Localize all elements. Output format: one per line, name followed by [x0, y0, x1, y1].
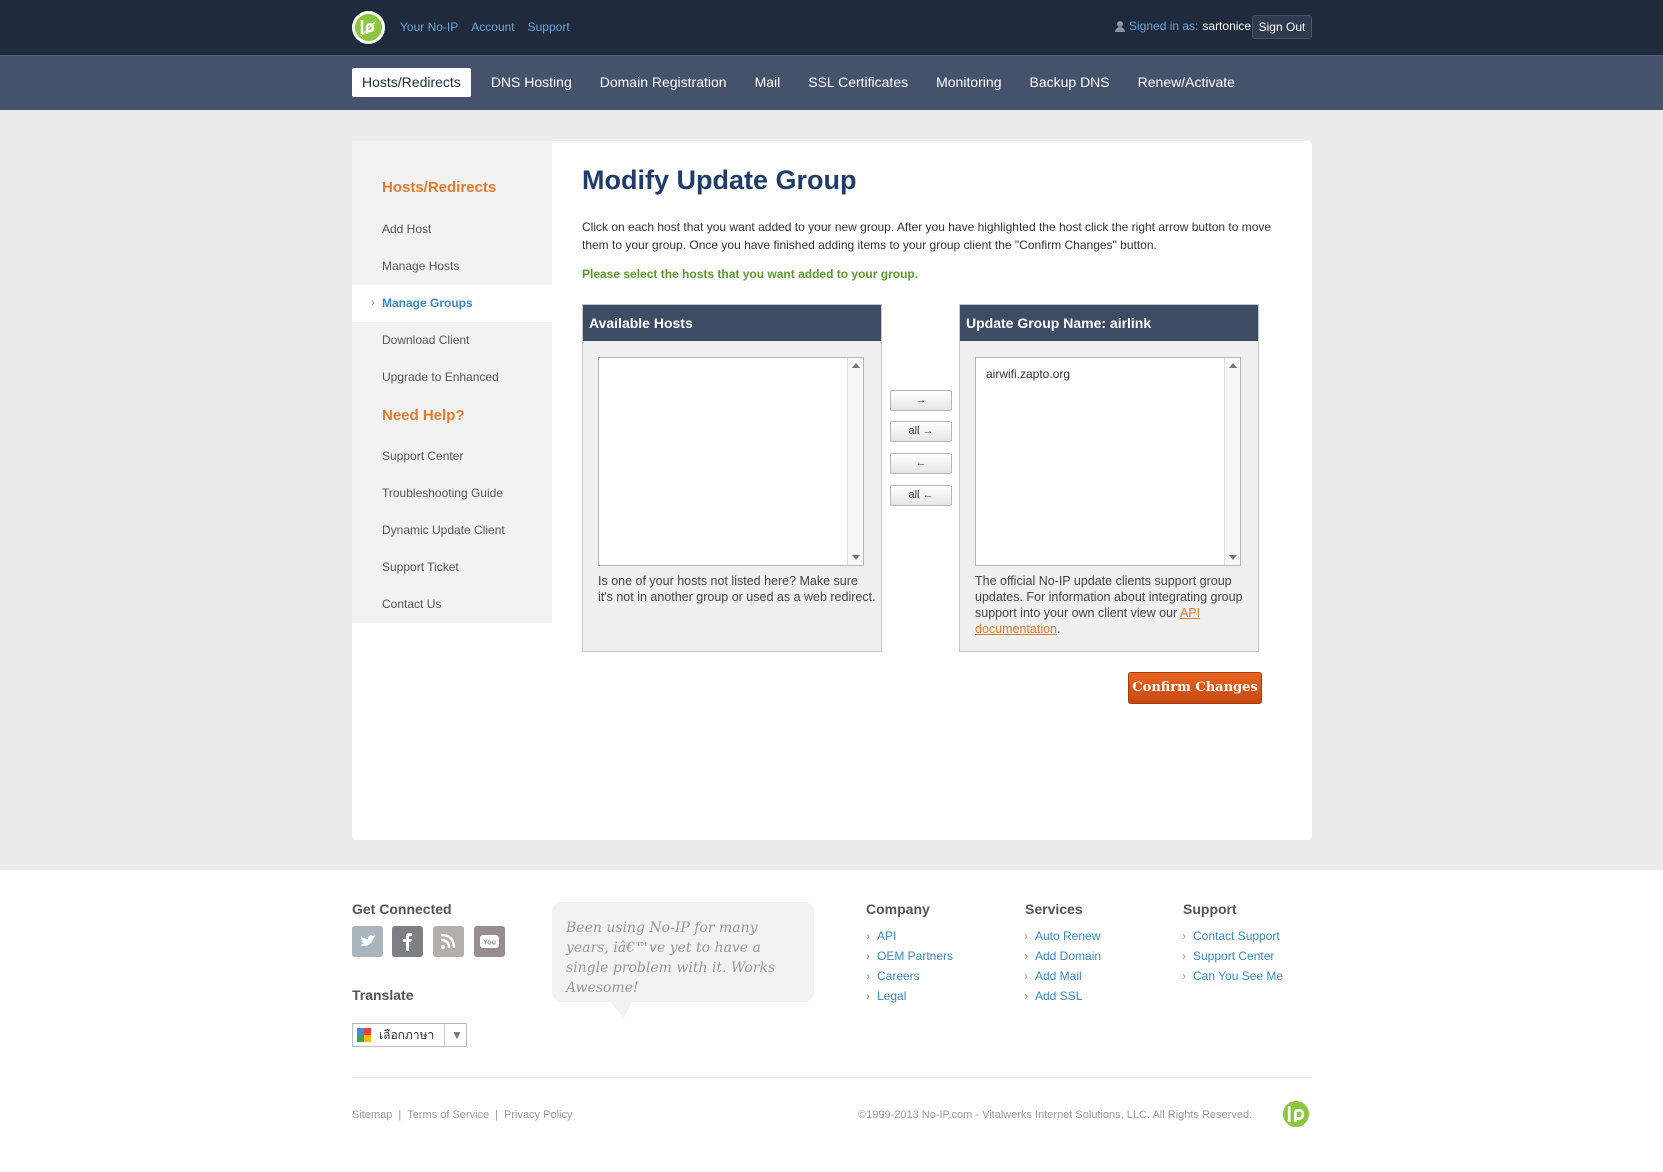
support-links: Contact Support Support Center Can You S… [1182, 926, 1283, 986]
scrollbar[interactable] [1224, 358, 1240, 565]
sidebar-item-dynamic-update-client[interactable]: Dynamic Update Client [382, 523, 505, 537]
scroll-up-icon[interactable] [1229, 363, 1237, 368]
sitemap-link[interactable]: Sitemap [352, 1109, 392, 1121]
footer-link-oem-partners[interactable]: OEM Partners [866, 946, 953, 966]
group-note-text: The official No-IP update clients suppor… [975, 574, 1243, 620]
nav-monitoring[interactable]: Monitoring [922, 68, 1015, 97]
nav-renew-activate[interactable]: Renew/Activate [1124, 68, 1249, 97]
twitter-icon[interactable] [352, 926, 383, 957]
notice-text: Please select the hosts that you want ad… [582, 267, 919, 281]
language-select-label: เลือกภาษา [379, 1028, 435, 1042]
footer-link-careers[interactable]: Careers [866, 966, 953, 986]
sidebar-item-download-client[interactable]: Download Client [382, 333, 469, 347]
move-left-button[interactable]: ← [890, 453, 952, 474]
terms-link[interactable]: Terms of Service [407, 1109, 489, 1121]
top-link-support[interactable]: Support [528, 20, 570, 34]
copyright-text: ©1999-2013 No-IP.com - Vitalwerks Intern… [858, 1109, 1253, 1121]
sidebar-item-contact-us[interactable]: Contact Us [382, 597, 441, 611]
update-group-panel: Update Group Name: airlink airwifi.zapto… [959, 304, 1259, 652]
group-note: The official No-IP update clients suppor… [975, 573, 1253, 637]
services-heading: Services [1025, 901, 1083, 917]
footer-link-can-you-see-me[interactable]: Can You See Me [1182, 966, 1283, 986]
separator: | [398, 1109, 402, 1121]
nav-hosts-redirects[interactable]: Hosts/Redirects [352, 68, 471, 97]
username: sartonice [1202, 19, 1252, 33]
available-hosts-list[interactable] [598, 357, 864, 566]
bottom-links: Sitemap | Terms of Service | Privacy Polic… [352, 1109, 572, 1121]
group-note-suffix: . [1057, 622, 1061, 636]
page-title: Modify Update Group [582, 165, 857, 195]
footer-link-auto-renew[interactable]: Auto Renew [1024, 926, 1101, 946]
footer-link-api[interactable]: API [866, 926, 953, 946]
group-host-option[interactable]: airwifi.zapto.org [986, 367, 1070, 381]
top-link-account[interactable]: Account [471, 20, 514, 34]
sign-out-button[interactable]: Sign Out [1252, 15, 1312, 39]
sidebar-heading-hosts: Hosts/Redirects [382, 179, 497, 196]
nav-domain-registration[interactable]: Domain Registration [586, 68, 741, 97]
available-hosts-panel: Available Hosts Is one of your hosts not… [582, 304, 882, 652]
top-link-your-noip[interactable]: Your No-IP [400, 20, 458, 34]
noip-logo[interactable] [352, 11, 385, 44]
footer-link-add-domain[interactable]: Add Domain [1024, 946, 1101, 966]
main-nav: Hosts/Redirects DNS Hosting Domain Regis… [0, 55, 1663, 110]
footer-link-add-mail[interactable]: Add Mail [1024, 966, 1101, 986]
move-all-left-button[interactable]: all ← [890, 485, 952, 506]
move-all-right-button[interactable]: all → [890, 421, 952, 442]
footer-link-legal[interactable]: Legal [866, 986, 953, 1006]
sidebar-item-add-host[interactable]: Add Host [382, 222, 431, 236]
available-hosts-note: Is one of your hosts not listed here? Ma… [598, 574, 876, 604]
signed-in-info: Signed in as: sartonice [1115, 19, 1251, 33]
scroll-down-icon[interactable] [1229, 555, 1237, 560]
footer-link-contact-support[interactable]: Contact Support [1182, 926, 1283, 946]
sidebar-item-support-ticket[interactable]: Support Ticket [382, 560, 459, 574]
nav-ssl-certificates[interactable]: SSL Certificates [794, 68, 922, 97]
group-hosts-list[interactable]: airwifi.zapto.org [975, 357, 1241, 566]
get-connected-heading: Get Connected [352, 901, 452, 917]
top-bar: Your No-IP Account Support Signed in as:… [0, 0, 1663, 55]
rss-icon[interactable] [433, 926, 464, 957]
footer-link-add-ssl[interactable]: Add SSL [1024, 986, 1101, 1006]
sidebar-item-upgrade[interactable]: Upgrade to Enhanced [382, 370, 499, 384]
services-links: Auto Renew Add Domain Add Mail Add SSL [1024, 926, 1101, 1006]
sidebar-item-support-center[interactable]: Support Center [382, 449, 463, 463]
nav-dns-hosting[interactable]: DNS Hosting [477, 68, 586, 97]
sidebar-item-manage-groups[interactable]: Manage Groups [382, 296, 473, 310]
facebook-icon[interactable] [392, 926, 423, 957]
svg-text:You: You [483, 940, 496, 947]
sidebar-heading-help: Need Help? [382, 407, 465, 424]
update-group-title: Update Group Name: airlink [960, 305, 1258, 341]
youtube-icon[interactable]: You [474, 926, 505, 957]
scrollbar[interactable] [847, 358, 863, 565]
footer-divider [352, 1077, 1312, 1078]
signed-in-label: Signed in as: [1129, 19, 1199, 33]
nav-backup-dns[interactable]: Backup DNS [1015, 68, 1123, 97]
move-right-button[interactable]: → [890, 390, 952, 411]
available-hosts-title: Available Hosts [583, 305, 881, 341]
company-links: API OEM Partners Careers Legal [866, 926, 953, 1006]
sidebar-item-manage-hosts[interactable]: Manage Hosts [382, 259, 459, 273]
chevron-right-icon: › [371, 297, 375, 309]
translate-heading: Translate [352, 987, 414, 1003]
google-translate-icon [357, 1028, 371, 1042]
scroll-down-icon[interactable] [852, 555, 860, 560]
intro-text: Click on each host that you want added t… [582, 220, 1272, 252]
sidebar-item-troubleshooting[interactable]: Troubleshooting Guide [382, 486, 503, 500]
footer-noip-logo[interactable] [1281, 1099, 1311, 1129]
language-select[interactable]: เลือกภาษา ▼ [352, 1023, 467, 1047]
nav-mail[interactable]: Mail [741, 68, 795, 97]
scroll-up-icon[interactable] [852, 363, 860, 368]
chevron-down-icon: ▼ [444, 1024, 463, 1046]
footer [0, 870, 1663, 1172]
testimonial-quote: Been using No-IP for many years, iâ€™ve … [552, 902, 814, 1018]
support-heading: Support [1183, 901, 1237, 917]
user-icon [1115, 20, 1125, 32]
separator: | [495, 1109, 498, 1121]
company-heading: Company [866, 901, 930, 917]
confirm-changes-button[interactable]: Confirm Changes [1128, 672, 1262, 704]
footer-link-support-center[interactable]: Support Center [1182, 946, 1283, 966]
privacy-link[interactable]: Privacy Policy [504, 1109, 572, 1121]
